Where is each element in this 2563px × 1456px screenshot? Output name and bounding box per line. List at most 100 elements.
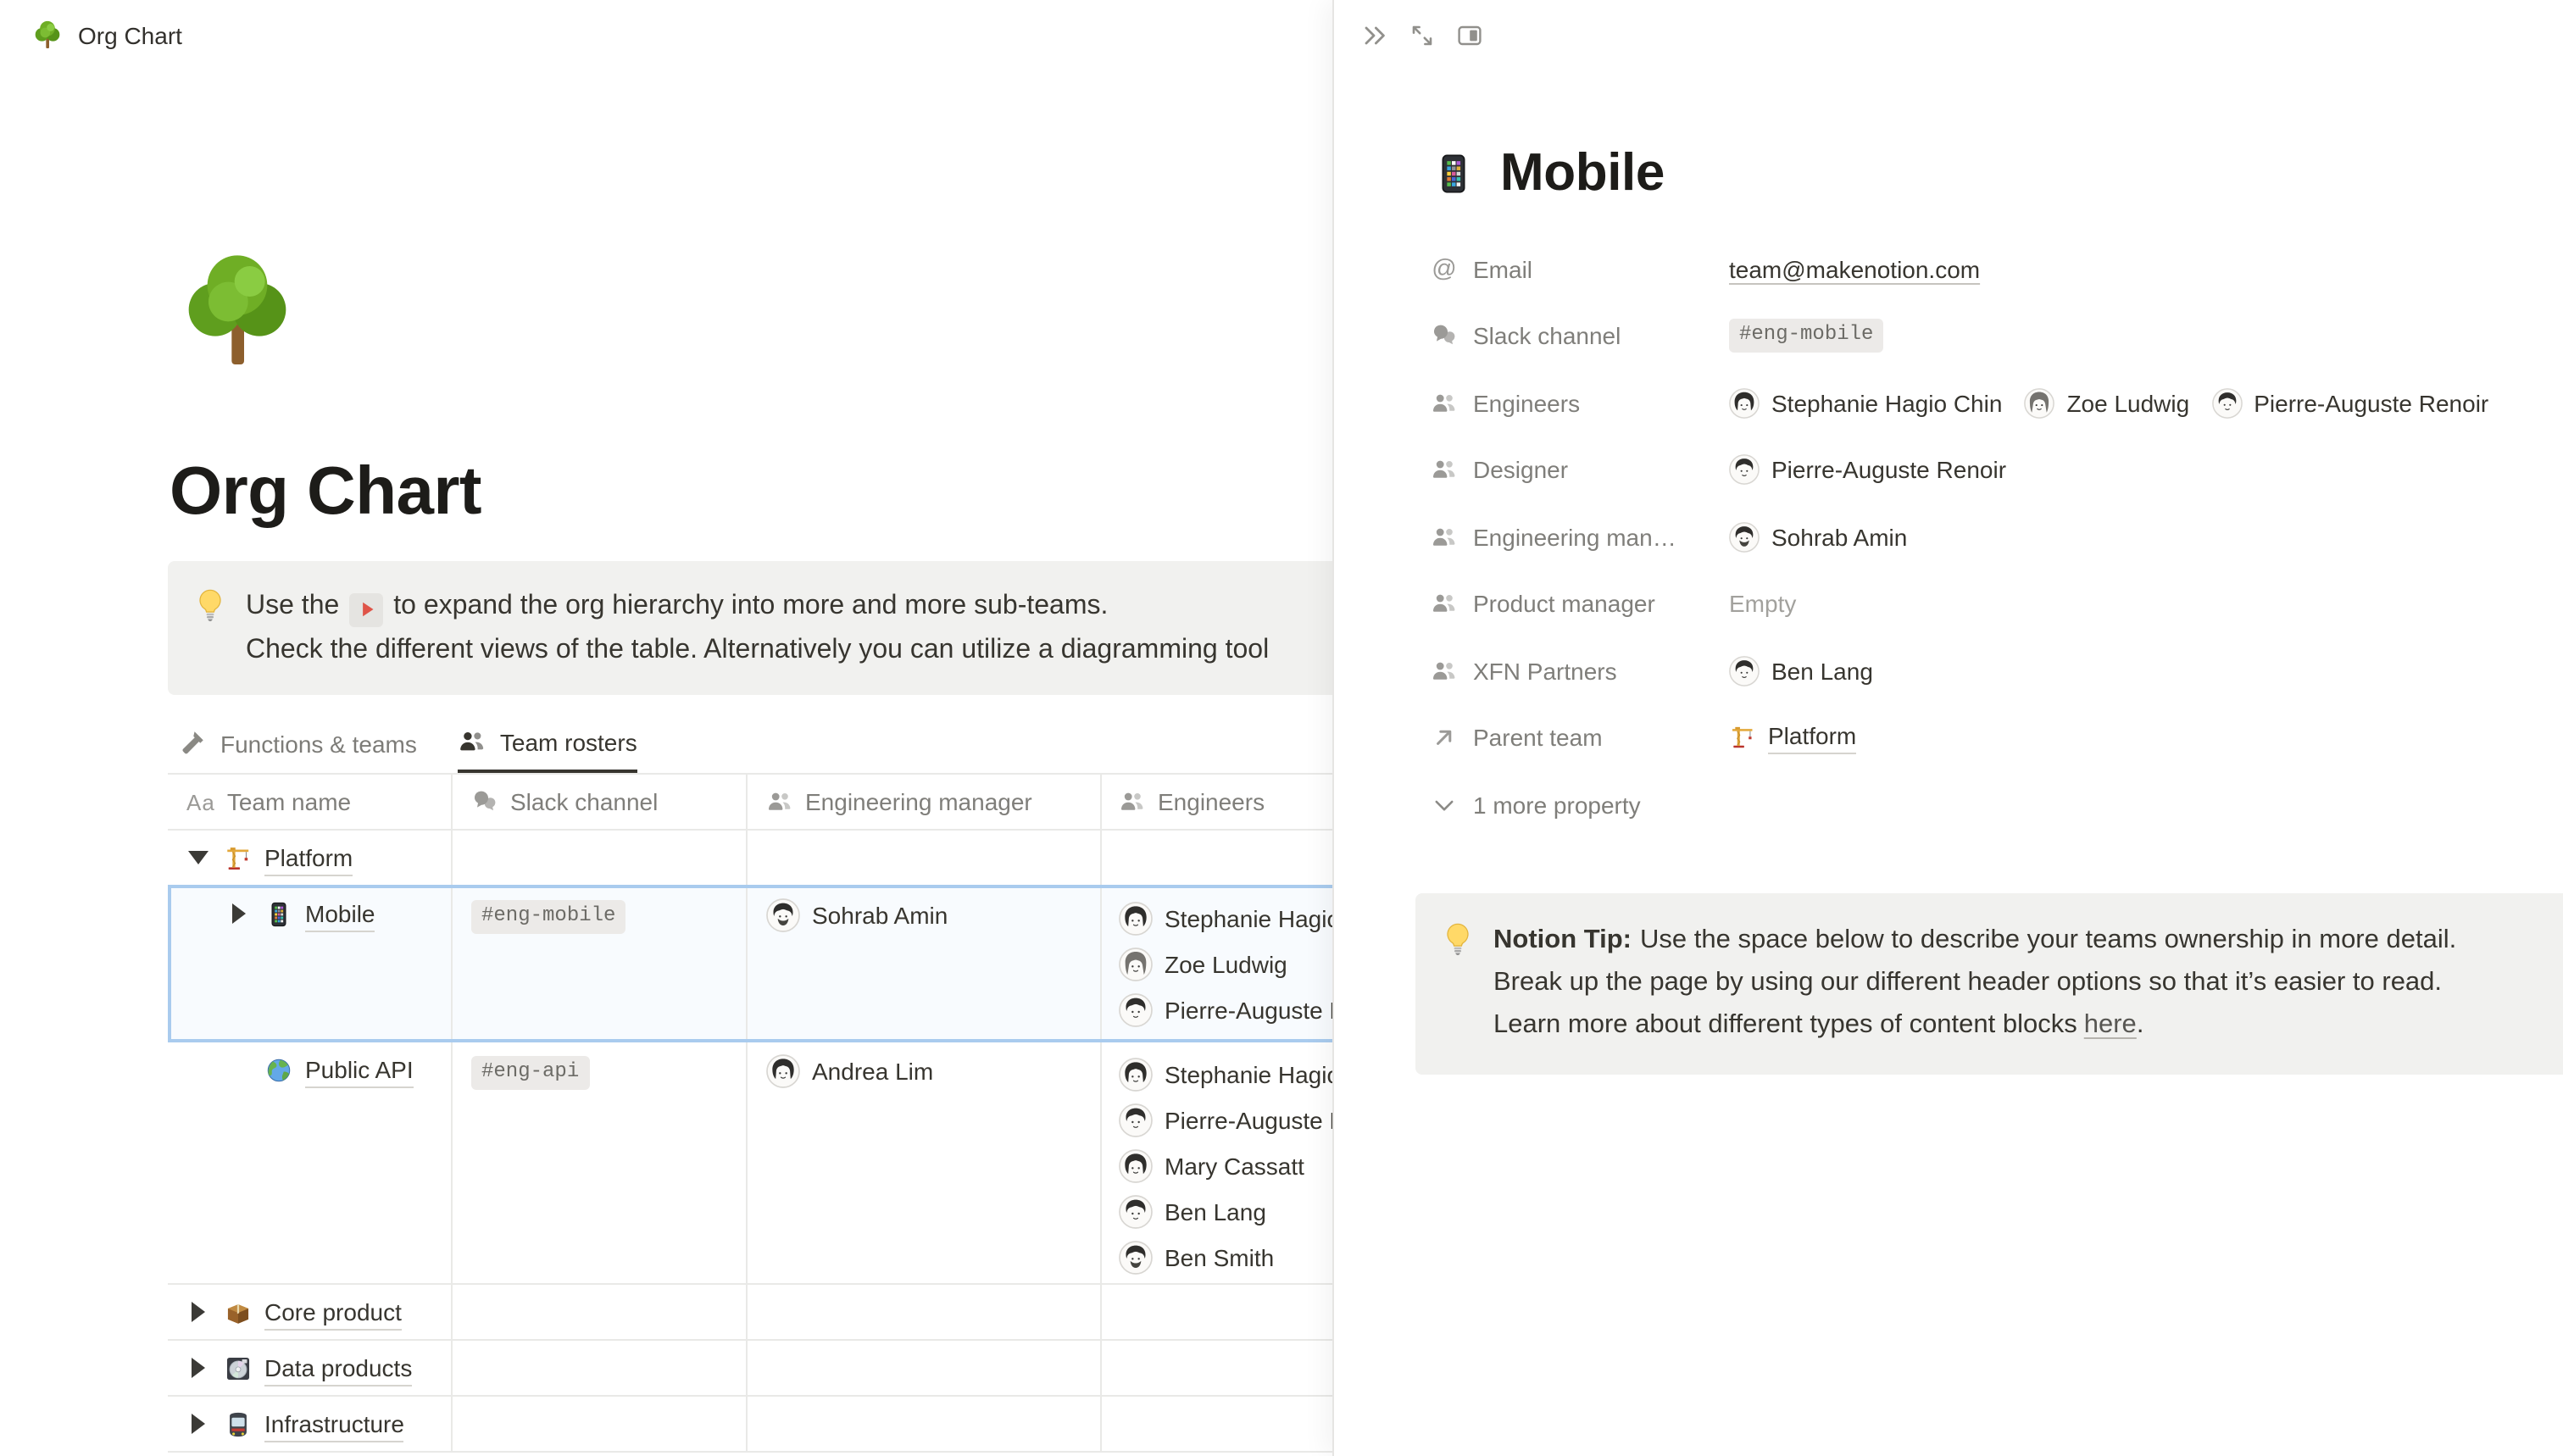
- property-label-xfn-partners[interactable]: XFN Partners: [1431, 658, 1729, 685]
- property-label-designer[interactable]: Designer: [1431, 457, 1729, 484]
- close-peek-button[interactable]: [1359, 20, 1390, 51]
- breadcrumb-page-title[interactable]: Org Chart: [78, 22, 182, 49]
- tip-line-3: Learn more about different types of cont…: [1493, 1003, 2456, 1046]
- engineers-cell[interactable]: Stephanie Hagio Chin Zoe Ludwig Pierre-A…: [1102, 886, 1332, 1041]
- slack-channel-chip: #eng-mobile: [471, 900, 625, 934]
- here-link[interactable]: here: [2084, 1010, 2137, 1039]
- table-row-mobile[interactable]: Mobile #eng-mobile Sohrab Amin Stephanie…: [168, 886, 1332, 1042]
- engineers-cell[interactable]: [1102, 1285, 1332, 1339]
- expand-toggle-icon[interactable]: [186, 1407, 210, 1441]
- avatar: [1729, 455, 1760, 486]
- property-value-engineering-manager[interactable]: Sohrab Amin: [1729, 522, 1929, 553]
- team-page-link[interactable]: Core product: [264, 1295, 402, 1331]
- team-name-cell: Mobile: [168, 886, 453, 1041]
- manager-cell[interactable]: Andrea Lim: [748, 1042, 1102, 1283]
- table-row-platform[interactable]: Platform: [168, 831, 1332, 886]
- column-header-slack-channel[interactable]: Slack channel: [453, 775, 748, 829]
- person-chip: Ben Lang: [1119, 1188, 1332, 1234]
- slack-cell[interactable]: #eng-api: [453, 1042, 748, 1283]
- crane-emoji-icon: [1729, 725, 1756, 752]
- property-label-text: Slack channel: [1473, 323, 1621, 350]
- column-header-engineers[interactable]: Engineers: [1102, 775, 1332, 829]
- manager-cell[interactable]: [748, 831, 1102, 885]
- people-icon: [1431, 390, 1458, 417]
- slack-cell[interactable]: [453, 1397, 748, 1451]
- email-link[interactable]: team@makenotion.com: [1729, 256, 1980, 283]
- engineers-cell[interactable]: Stephanie Hagio Chin Pierre-Auguste Reno…: [1102, 1042, 1332, 1283]
- table-row-data-products[interactable]: Data products: [168, 1341, 1332, 1397]
- side-peek-mode-button[interactable]: [1454, 20, 1485, 51]
- expand-toggle-icon[interactable]: [227, 897, 251, 931]
- toggle-play-chip[interactable]: [349, 592, 383, 626]
- property-value-slack-channel[interactable]: #eng-mobile: [1729, 320, 1883, 353]
- property-value-email[interactable]: team@makenotion.com: [1729, 256, 1980, 283]
- team-page-link[interactable]: Infrastructure: [264, 1407, 404, 1442]
- view-tabs: Functions & teams Team rosters: [168, 714, 1332, 775]
- table-row-public-api[interactable]: Public API #eng-api Andrea Lim Stephanie…: [168, 1042, 1332, 1285]
- open-full-page-button[interactable]: [1407, 20, 1437, 51]
- people-icon: [766, 788, 793, 815]
- person-name: Pierre-Auguste Renoir: [1165, 996, 1332, 1023]
- engineers-cell[interactable]: [1102, 831, 1332, 885]
- team-page-link[interactable]: Data products: [264, 1351, 412, 1387]
- property-label-engineering-manager[interactable]: Engineering man…: [1431, 524, 1729, 551]
- tab-team-rosters[interactable]: Team rosters: [458, 714, 637, 773]
- property-value-engineers[interactable]: Stephanie Hagio Chin Zoe Ludwig Pierre-A…: [1729, 388, 2510, 419]
- property-value-product-manager[interactable]: Empty: [1729, 591, 1796, 618]
- more-properties-toggle[interactable]: 1 more property: [1431, 792, 1729, 819]
- slack-cell[interactable]: [453, 831, 748, 885]
- manager-cell[interactable]: Sohrab Amin: [748, 886, 1102, 1041]
- person-chip[interactable]: Ben Lang: [1729, 656, 1873, 686]
- tip-bold-label: Notion Tip:: [1493, 925, 1632, 954]
- person-chip[interactable]: Sohrab Amin: [1729, 522, 1907, 553]
- expand-toggle-icon[interactable]: [186, 1351, 210, 1385]
- engineers-cell[interactable]: [1102, 1397, 1332, 1451]
- expand-toggle-icon[interactable]: [186, 1295, 210, 1329]
- globe-emoji-icon: [264, 1056, 293, 1085]
- person-chip[interactable]: Pierre-Auguste Renoir: [2211, 388, 2488, 419]
- person-name: Pierre-Auguste Renoir: [1165, 1106, 1332, 1133]
- column-header-team-name[interactable]: Aa Team name: [168, 775, 453, 829]
- callout-line1-after: to expand the org hierarchy into more an…: [393, 592, 1108, 620]
- manager-cell[interactable]: [748, 1397, 1102, 1451]
- page-tree-emoji-icon[interactable]: [170, 246, 305, 381]
- avatar: [1119, 947, 1153, 981]
- avatar: [2211, 388, 2242, 419]
- property-label-email[interactable]: @ Email: [1431, 256, 1729, 283]
- column-header-engineering-manager[interactable]: Engineering manager: [748, 775, 1102, 829]
- team-page-link[interactable]: Mobile: [305, 897, 375, 932]
- slack-cell[interactable]: #eng-mobile: [453, 886, 748, 1041]
- manager-cell[interactable]: [748, 1285, 1102, 1339]
- person-chip[interactable]: Pierre-Auguste Renoir: [1729, 455, 2006, 486]
- chevron-down-icon: [1431, 792, 1458, 819]
- peek-page-title-block: Mobile: [1431, 142, 1665, 203]
- property-label-product-manager[interactable]: Product manager: [1431, 591, 1729, 618]
- more-properties-row[interactable]: 1 more property: [1431, 771, 2532, 838]
- table-row-infrastructure[interactable]: Infrastructure: [168, 1397, 1332, 1453]
- engineers-cell[interactable]: [1102, 1341, 1332, 1395]
- collapse-toggle-icon[interactable]: [186, 841, 210, 875]
- property-row-product-manager: Product manager Empty: [1431, 570, 2532, 637]
- person-chip: Pierre-Auguste Renoir: [1119, 1097, 1332, 1142]
- tab-functions-and-teams[interactable]: Functions & teams: [178, 714, 417, 773]
- avatar: [1729, 522, 1760, 553]
- property-value-parent-team[interactable]: Platform: [1729, 721, 1856, 755]
- avatar: [1119, 901, 1153, 935]
- property-label-slack-channel[interactable]: Slack channel: [1431, 323, 1729, 350]
- team-name-cell: Data products: [168, 1341, 453, 1395]
- property-value-xfn-partners[interactable]: Ben Lang: [1729, 656, 1895, 686]
- team-page-link[interactable]: Platform: [264, 841, 353, 876]
- person-chip[interactable]: Stephanie Hagio Chin: [1729, 388, 2002, 419]
- mobile-phone-emoji-icon[interactable]: [1431, 150, 1476, 196]
- property-label-parent-team[interactable]: Parent team: [1431, 725, 1729, 752]
- slack-cell[interactable]: [453, 1285, 748, 1339]
- property-value-designer[interactable]: Pierre-Auguste Renoir: [1729, 455, 2028, 486]
- person-chip[interactable]: Zoe Ludwig: [2024, 388, 2189, 419]
- table-row-core-product[interactable]: Core product: [168, 1285, 1332, 1341]
- people-icon: [1431, 524, 1458, 551]
- slack-cell[interactable]: [453, 1341, 748, 1395]
- manager-cell[interactable]: [748, 1341, 1102, 1395]
- property-label-engineers[interactable]: Engineers: [1431, 390, 1729, 417]
- team-page-link[interactable]: Public API: [305, 1053, 414, 1088]
- parent-team-link[interactable]: Platform: [1768, 721, 1856, 755]
